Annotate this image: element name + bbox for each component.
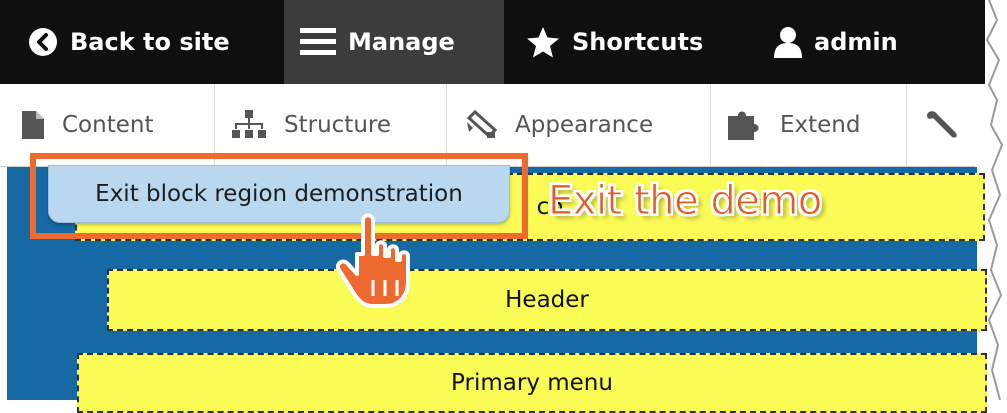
- wrench-icon: [925, 110, 961, 140]
- callout-label: Exit the demo: [548, 178, 823, 225]
- star-icon: [526, 26, 560, 58]
- file-icon: [22, 111, 44, 139]
- shortcuts-tab[interactable]: Shortcuts: [526, 0, 703, 84]
- hamburger-icon: [300, 28, 336, 56]
- divider: [906, 84, 907, 166]
- shortcuts-label: Shortcuts: [572, 28, 704, 56]
- divider: [710, 84, 711, 166]
- tray-item-label: Appearance: [515, 112, 654, 138]
- tray-item-label: Structure: [284, 112, 391, 138]
- tray-item-label: Extend: [780, 112, 861, 138]
- region-label: Primary menu: [451, 370, 613, 396]
- user-icon: [774, 26, 802, 58]
- torn-edge: [985, 0, 1007, 400]
- back-to-site-label: Back to site: [70, 28, 230, 56]
- back-to-site-link[interactable]: Back to site: [28, 0, 230, 84]
- puzzle-icon: [728, 110, 762, 140]
- paint-icon: [465, 110, 497, 140]
- user-label: admin: [814, 28, 898, 56]
- highlight-box: [30, 153, 528, 239]
- tray-item-label: Content: [62, 112, 154, 138]
- manage-label: Manage: [348, 28, 455, 56]
- admin-toolbar: Back to site Manage Shortcuts admin: [0, 0, 985, 84]
- tray-item-extend[interactable]: Extend: [728, 84, 861, 166]
- region-header: Header: [107, 269, 987, 331]
- sitemap-icon: [232, 110, 266, 140]
- manage-tab[interactable]: Manage: [284, 0, 504, 84]
- user-tab[interactable]: admin: [774, 0, 898, 84]
- region-primary-menu: Primary menu: [77, 353, 987, 413]
- region-label: Header: [505, 287, 589, 313]
- back-circle-icon: [28, 27, 58, 57]
- hand-cursor-icon: [336, 213, 410, 308]
